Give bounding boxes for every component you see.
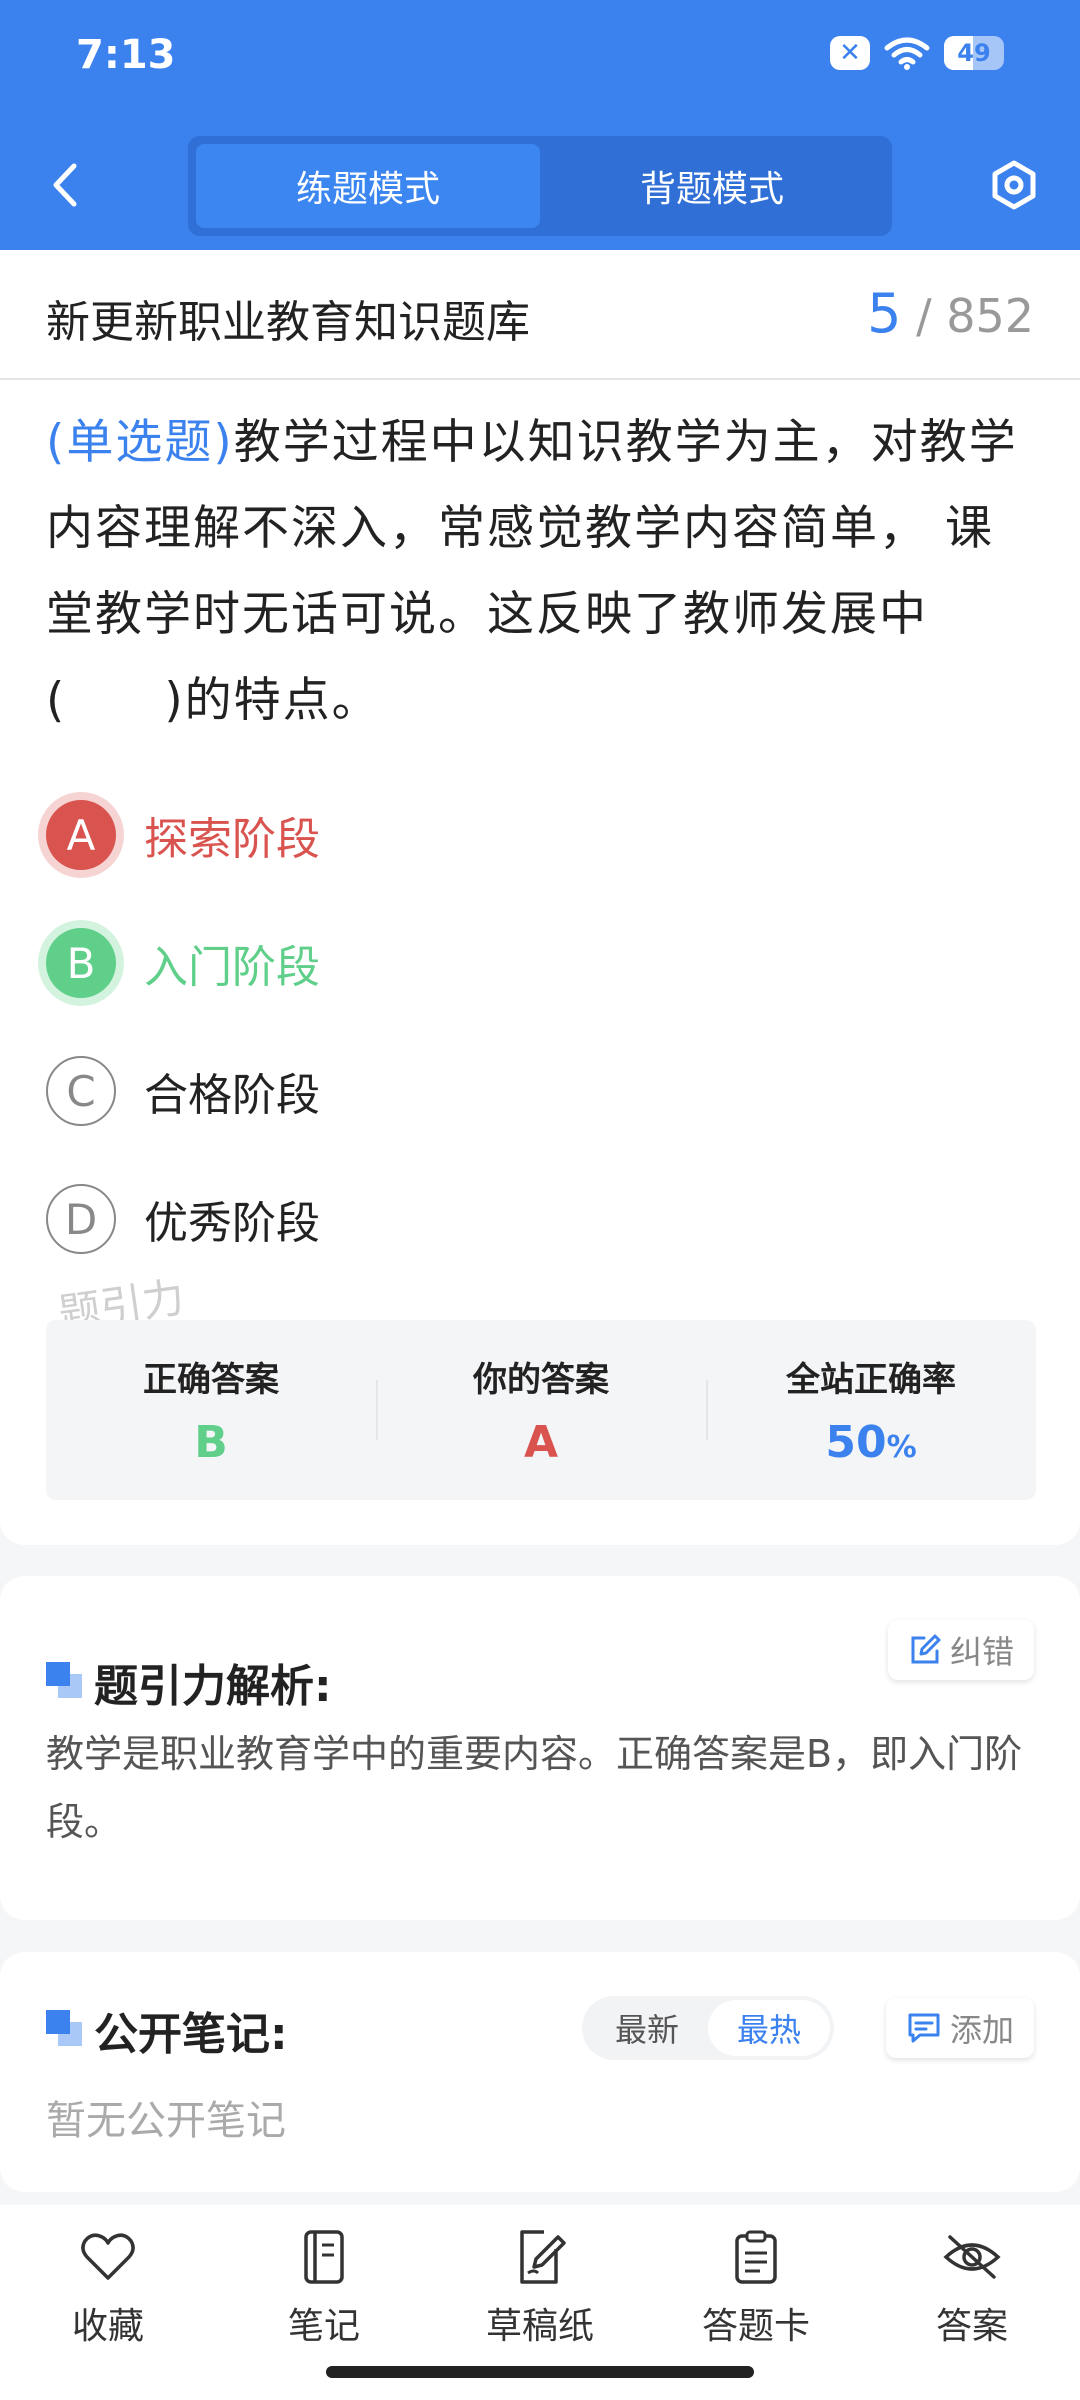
tab-practice-mode[interactable]: 练题模式	[196, 144, 540, 228]
current-question-number: 5	[867, 282, 902, 345]
stat-value: B	[194, 1417, 228, 1468]
option-text: 优秀阶段	[144, 1198, 320, 1249]
draft-paper-label: 草稿纸	[485, 2306, 594, 2347]
notes-card	[0, 1952, 1080, 2192]
option-b[interactable]: B 入门阶段	[46, 928, 320, 998]
option-text: 入门阶段	[144, 942, 320, 993]
question-counter: 5 / 852	[867, 282, 1034, 345]
settings-button[interactable]	[984, 155, 1044, 215]
analysis-title: 题引力解析:	[94, 1661, 332, 1712]
notebook-icon	[294, 2227, 354, 2287]
back-button[interactable]	[40, 155, 90, 215]
stat-value: 50%	[825, 1417, 916, 1468]
add-note-button[interactable]: 添加	[885, 1998, 1034, 2058]
battery-level: 49	[957, 39, 991, 67]
top-header: 7:13 ✕ 49 练题模式 背题模式	[0, 0, 1080, 250]
notification-close-icon: ✕	[830, 36, 870, 70]
toggle-answer-label: 答案	[935, 2306, 1008, 2347]
notes-title: 公开笔记:	[94, 2009, 288, 2060]
option-text: 合格阶段	[144, 1070, 320, 1121]
favorite-label: 收藏	[71, 2306, 144, 2347]
answer-stats: 正确答案 B 你的答案 A 全站正确率 50%	[46, 1320, 1036, 1500]
question-bank-title: 新更新职业教育知识题库	[46, 297, 530, 348]
notes-sort-toggle: 最新 最热	[582, 1996, 834, 2060]
stat-label: 全站正确率	[786, 1360, 956, 1400]
analysis-text: 教学是职业教育学中的重要内容。正确答案是B，即入门阶段。	[46, 1732, 1023, 1844]
stat-label: 正确答案	[143, 1360, 279, 1400]
answer-sheet-label: 答题卡	[701, 2306, 810, 2347]
answer-sheet-icon	[726, 2227, 786, 2287]
add-note-label: 添加	[949, 2011, 1014, 2049]
empty-notes-text: 暂无公开笔记	[46, 2098, 286, 2144]
heart-icon	[78, 2227, 138, 2287]
settings-hexagon-icon	[992, 160, 1036, 210]
status-time: 7:13	[76, 32, 176, 78]
sort-latest[interactable]: 最新	[586, 2000, 708, 2056]
divider	[0, 378, 1080, 380]
option-letter: D	[46, 1184, 116, 1254]
toggle-answer-button[interactable]: 答案	[864, 2205, 1080, 2400]
home-indicator	[326, 2366, 754, 2378]
section-icon	[46, 2010, 82, 2046]
option-letter: A	[46, 800, 116, 870]
question-type: (单选题)	[46, 415, 234, 470]
stat-accuracy-rate: 全站正确率 50%	[706, 1320, 1036, 1500]
battery-icon: 49	[944, 36, 1004, 70]
draft-paper-icon	[510, 2227, 570, 2287]
sort-hottest[interactable]: 最热	[708, 2000, 830, 2056]
stat-value: A	[523, 1417, 559, 1468]
rate-unit: %	[886, 1430, 917, 1465]
option-c[interactable]: C 合格阶段	[46, 1056, 320, 1126]
rate-number: 50	[825, 1417, 887, 1468]
option-d[interactable]: D 优秀阶段	[46, 1184, 320, 1254]
section-icon	[46, 1662, 82, 1698]
status-icons: ✕ 49	[830, 36, 1004, 70]
report-error-button[interactable]: 纠错	[887, 1620, 1034, 1680]
notes-label: 笔记	[287, 2306, 360, 2347]
stat-correct-answer: 正确答案 B	[46, 1320, 376, 1500]
stat-label: 你的答案	[473, 1360, 609, 1400]
eye-off-icon	[942, 2227, 1002, 2287]
chevron-left-icon	[53, 163, 77, 207]
tab-memorize-mode[interactable]: 背题模式	[540, 144, 884, 228]
total-questions: / 852	[916, 289, 1034, 343]
favorite-button[interactable]: 收藏	[0, 2205, 216, 2400]
option-letter: B	[46, 928, 116, 998]
wifi-icon	[884, 37, 930, 70]
edit-icon	[911, 1634, 941, 1664]
stat-your-answer: 你的答案 A	[376, 1320, 706, 1500]
option-text: 探索阶段	[144, 814, 320, 865]
option-a[interactable]: A 探索阶段	[46, 800, 320, 870]
mode-switch: 练题模式 背题模式	[188, 136, 892, 236]
question-text: (单选题)教学过程中以知识教学为主，对教学内容理解不深入，常感觉教学内容简单， …	[46, 400, 1036, 744]
option-letter: C	[46, 1056, 116, 1126]
report-error-label: 纠错	[949, 1633, 1014, 1671]
comment-icon	[908, 2013, 940, 2043]
